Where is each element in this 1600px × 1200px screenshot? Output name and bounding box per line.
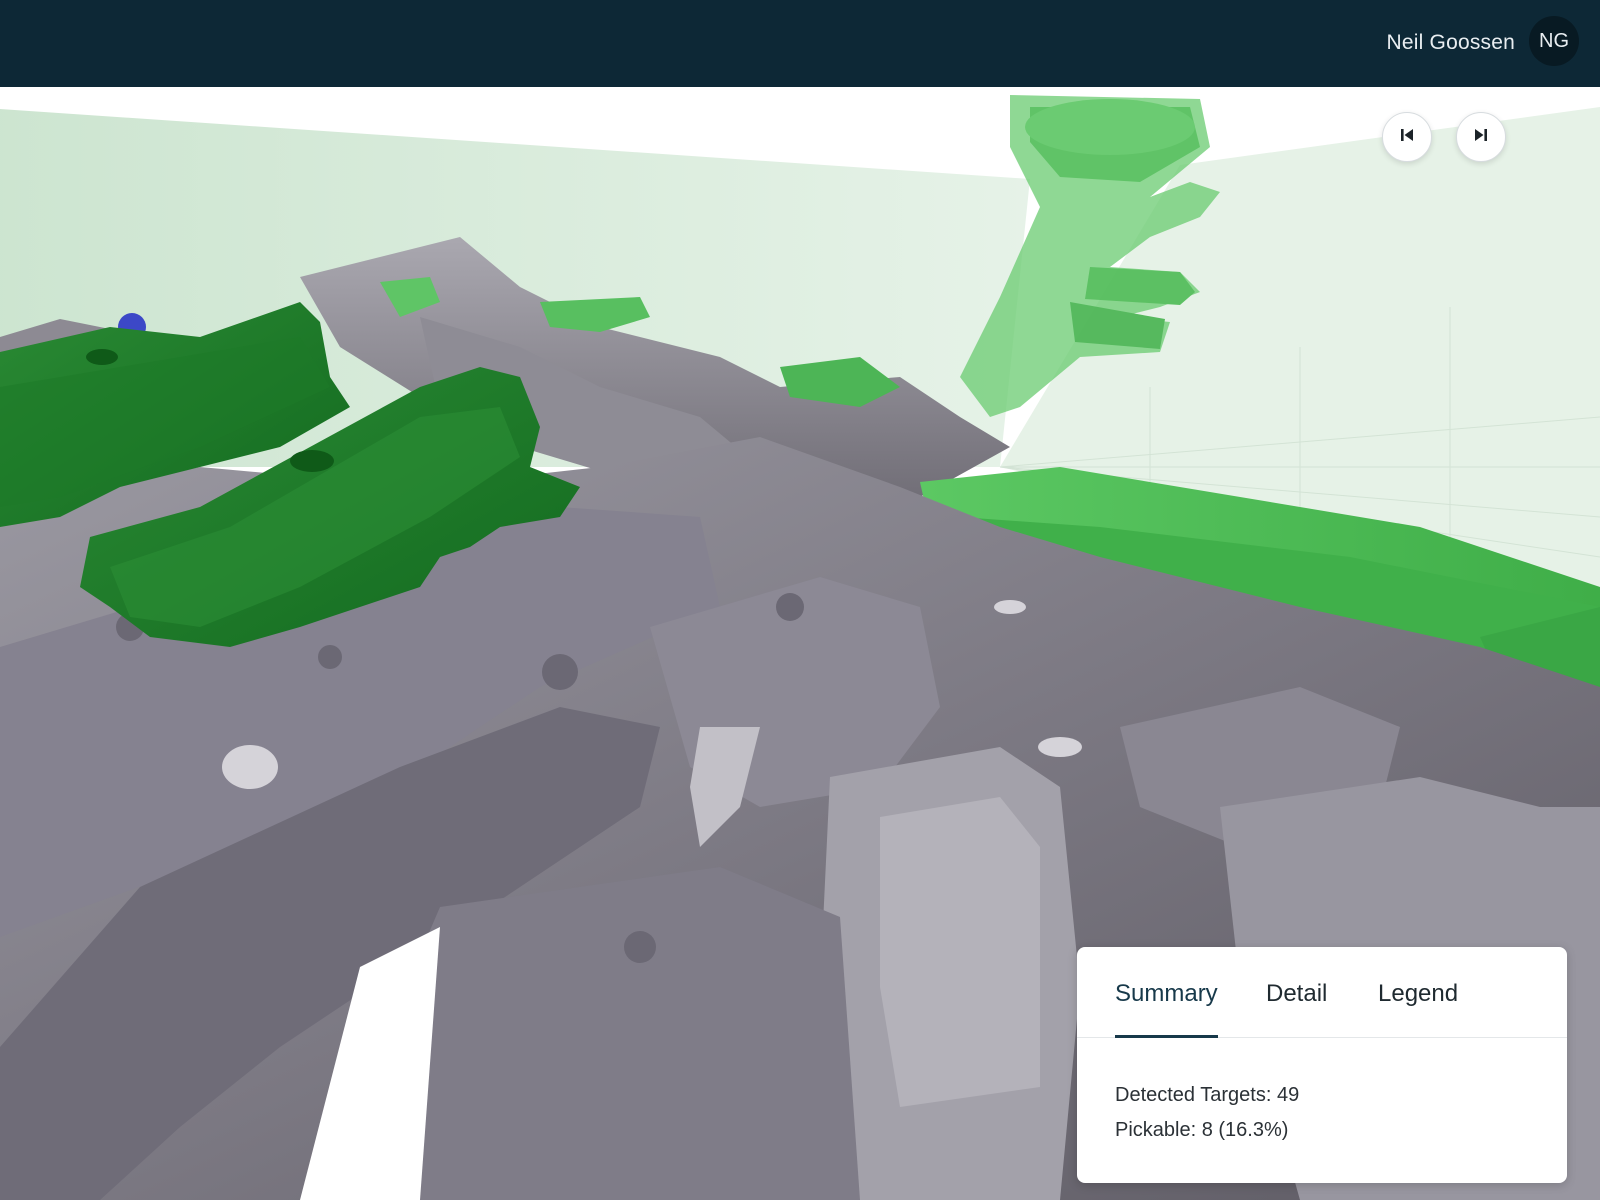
- user-avatar[interactable]: NG: [1529, 16, 1579, 66]
- 3d-viewport[interactable]: Summary Detail Legend Detected Targets: …: [0, 87, 1600, 1200]
- next-button[interactable]: [1456, 112, 1506, 162]
- active-tab-indicator: [1115, 1035, 1218, 1038]
- tab-detail[interactable]: Detail: [1266, 979, 1327, 1009]
- tab-summary[interactable]: Summary: [1115, 979, 1218, 1009]
- detected-targets-text: Detected Targets: 49: [1115, 1084, 1300, 1106]
- pickable-text: Pickable: 8 (16.3%): [1115, 1119, 1289, 1141]
- panel-tabs: Summary Detail Legend: [1077, 947, 1567, 1038]
- user-name[interactable]: Neil Goossen: [1387, 29, 1515, 57]
- tab-legend[interactable]: Legend: [1378, 979, 1458, 1009]
- summary-stats: Detected Targets: 49 Pickable: 8 (16.3%): [1115, 1078, 1299, 1148]
- top-bar: Neil Goossen NG: [0, 0, 1600, 87]
- info-panel: Summary Detail Legend Detected Targets: …: [1077, 947, 1567, 1183]
- skip-previous-icon: [1398, 126, 1416, 149]
- previous-button[interactable]: [1382, 112, 1432, 162]
- skip-next-icon: [1472, 126, 1490, 149]
